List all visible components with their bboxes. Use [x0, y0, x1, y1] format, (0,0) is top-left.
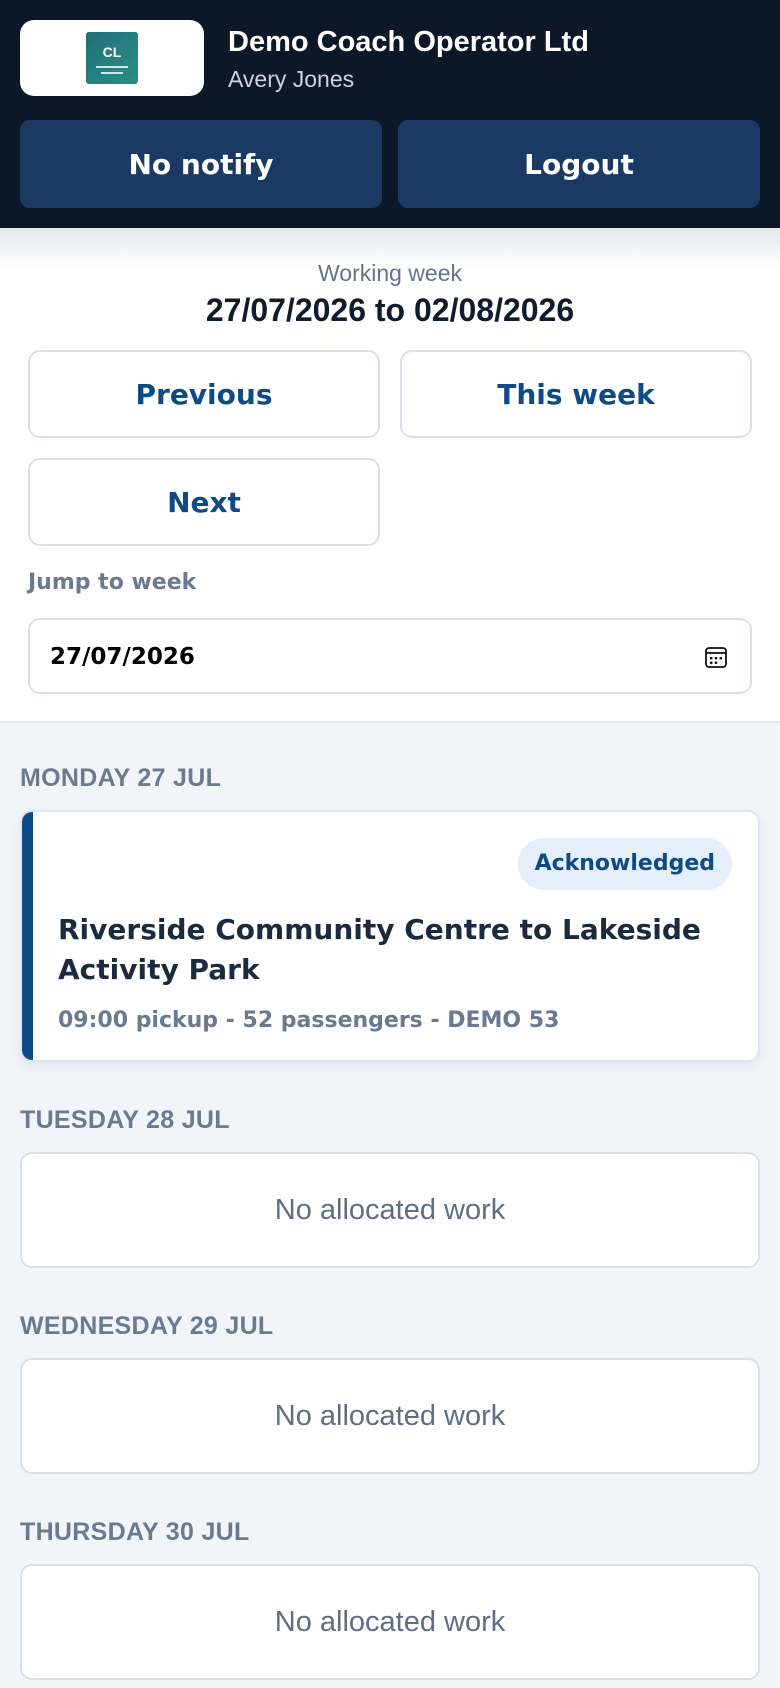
- day-heading-thursday: THURSDAY 30 JUL: [20, 1518, 250, 1546]
- logout-button[interactable]: Logout: [398, 120, 760, 208]
- empty-day-card: No allocated work: [20, 1358, 760, 1474]
- app-header: CL Demo Coach Operator Ltd Avery Jones N…: [0, 0, 780, 228]
- logo-text: CL: [102, 44, 122, 60]
- no-work-message: No allocated work: [274, 1400, 506, 1432]
- company-logo: CL: [20, 20, 204, 96]
- jump-to-week-date-input[interactable]: 27/07/2026: [28, 618, 752, 694]
- no-notify-button[interactable]: No notify: [20, 120, 382, 208]
- logo-mark: CL: [86, 32, 138, 84]
- job-accent-bar: [22, 812, 33, 1060]
- organisation-name: Demo Coach Operator Ltd: [228, 26, 589, 58]
- this-week-button[interactable]: This week: [400, 350, 752, 438]
- calendar-icon[interactable]: [704, 645, 728, 669]
- job-card[interactable]: Acknowledged Riverside Community Centre …: [20, 810, 760, 1062]
- empty-day-card: No allocated work: [20, 1152, 760, 1268]
- user-name: Avery Jones: [228, 66, 355, 92]
- job-title: Riverside Community Centre to Lakeside A…: [58, 913, 701, 986]
- day-heading-monday: MONDAY 27 JUL: [20, 764, 222, 792]
- logo-line: [101, 72, 123, 74]
- previous-week-button[interactable]: Previous: [28, 350, 380, 438]
- jump-to-week-label: Jump to week: [28, 570, 197, 595]
- no-work-message: No allocated work: [274, 1194, 506, 1226]
- job-details: 09:00 pickup - 52 passengers - DEMO 53: [58, 1008, 560, 1033]
- next-week-button[interactable]: Next: [28, 458, 380, 546]
- no-work-message: No allocated work: [274, 1606, 506, 1638]
- day-heading-tuesday: TUESDAY 28 JUL: [20, 1106, 230, 1134]
- empty-day-card: No allocated work: [20, 1564, 760, 1680]
- working-week-label: Working week: [317, 260, 463, 286]
- day-heading-wednesday: WEDNESDAY 29 JUL: [20, 1312, 274, 1340]
- logo-line: [96, 66, 128, 68]
- date-input-value: 27/07/2026: [50, 644, 195, 670]
- status-badge: Acknowledged: [517, 838, 732, 890]
- week-range: 27/07/2026 to 02/08/2026: [205, 292, 575, 328]
